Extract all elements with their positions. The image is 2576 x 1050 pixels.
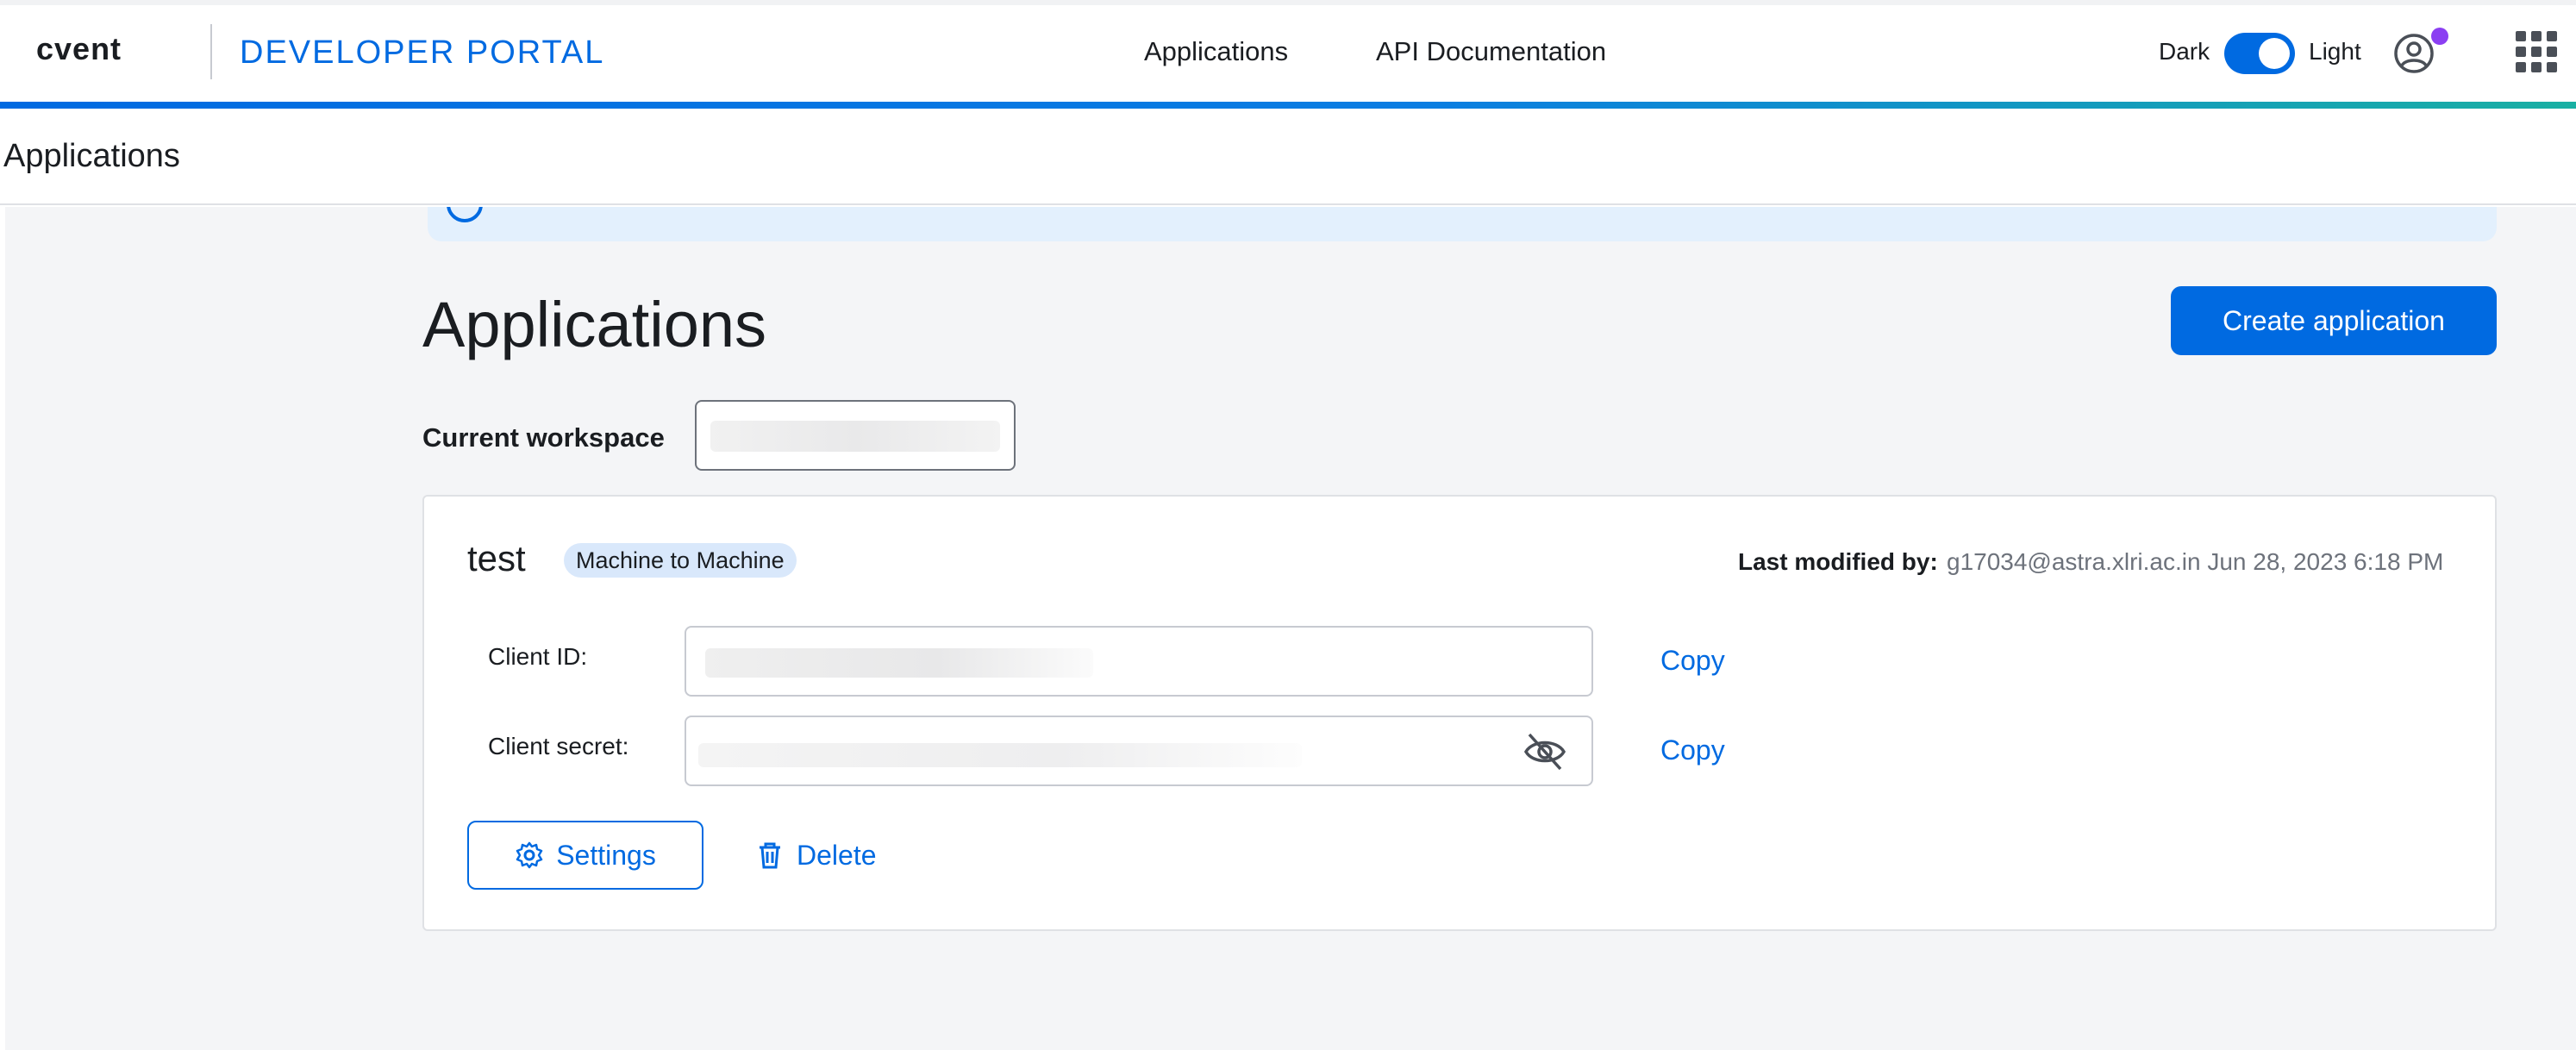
logo-divider — [210, 24, 212, 79]
delete-button[interactable]: Delete — [755, 821, 877, 890]
grid-menu-icon[interactable] — [2516, 31, 2557, 72]
application-name: test — [467, 538, 526, 578]
client-id-field[interactable] — [685, 626, 1593, 697]
breadcrumb-bar: Applications — [0, 109, 2576, 205]
info-banner — [428, 207, 2497, 241]
portal-title[interactable]: DEVELOPER PORTAL — [240, 34, 604, 72]
last-modified-label: Last modified by: — [1738, 548, 1938, 575]
trash-icon — [760, 842, 780, 869]
delete-button-label: Delete — [797, 839, 877, 871]
notification-dot — [2431, 28, 2448, 45]
gear-icon — [516, 841, 543, 869]
workspace-value-redacted — [710, 421, 1000, 452]
toggle-knob — [2259, 38, 2290, 69]
workspace-select[interactable] — [695, 400, 1016, 471]
theme-dark-label: Dark — [2159, 38, 2210, 65]
breadcrumb-title: Applications — [3, 138, 180, 174]
copy-client-id-link[interactable]: Copy — [1660, 645, 1725, 677]
settings-button[interactable]: Settings — [467, 821, 703, 890]
settings-button-label: Settings — [556, 839, 656, 871]
create-application-button[interactable]: Create application — [2171, 286, 2497, 355]
client-id-label: Client ID: — [488, 643, 588, 670]
client-secret-label: Client secret: — [488, 733, 629, 759]
nav-applications-link[interactable]: Applications — [1144, 36, 1288, 67]
info-icon — [447, 207, 483, 222]
cvent-logo[interactable]: cvent — [36, 31, 122, 67]
workspace-label: Current workspace — [422, 422, 665, 453]
page-title: Applications — [422, 289, 767, 360]
top-navigation-bar: cvent DEVELOPER PORTAL Applications API … — [0, 0, 2576, 102]
window-top-edge — [0, 0, 2576, 5]
eye-off-icon[interactable] — [1522, 731, 1567, 772]
client-secret-value-redacted — [698, 743, 1302, 767]
client-id-value-redacted — [705, 648, 1093, 678]
theme-toggle[interactable] — [2224, 33, 2295, 74]
client-secret-field[interactable] — [685, 716, 1593, 786]
header-gradient-bar — [0, 102, 2576, 109]
application-type-badge: Machine to Machine — [564, 543, 797, 578]
nav-api-documentation-link[interactable]: API Documentation — [1376, 36, 1606, 67]
application-card: test Machine to Machine Last modified by… — [422, 495, 2497, 931]
copy-client-secret-link[interactable]: Copy — [1660, 734, 1725, 766]
theme-light-label: Light — [2309, 38, 2361, 65]
main-content: Applications Create application Current … — [5, 207, 2576, 1050]
last-modified-value: g17034@astra.xlri.ac.in Jun 28, 2023 6:1… — [1947, 548, 2444, 575]
user-circle-icon[interactable] — [2392, 31, 2436, 76]
